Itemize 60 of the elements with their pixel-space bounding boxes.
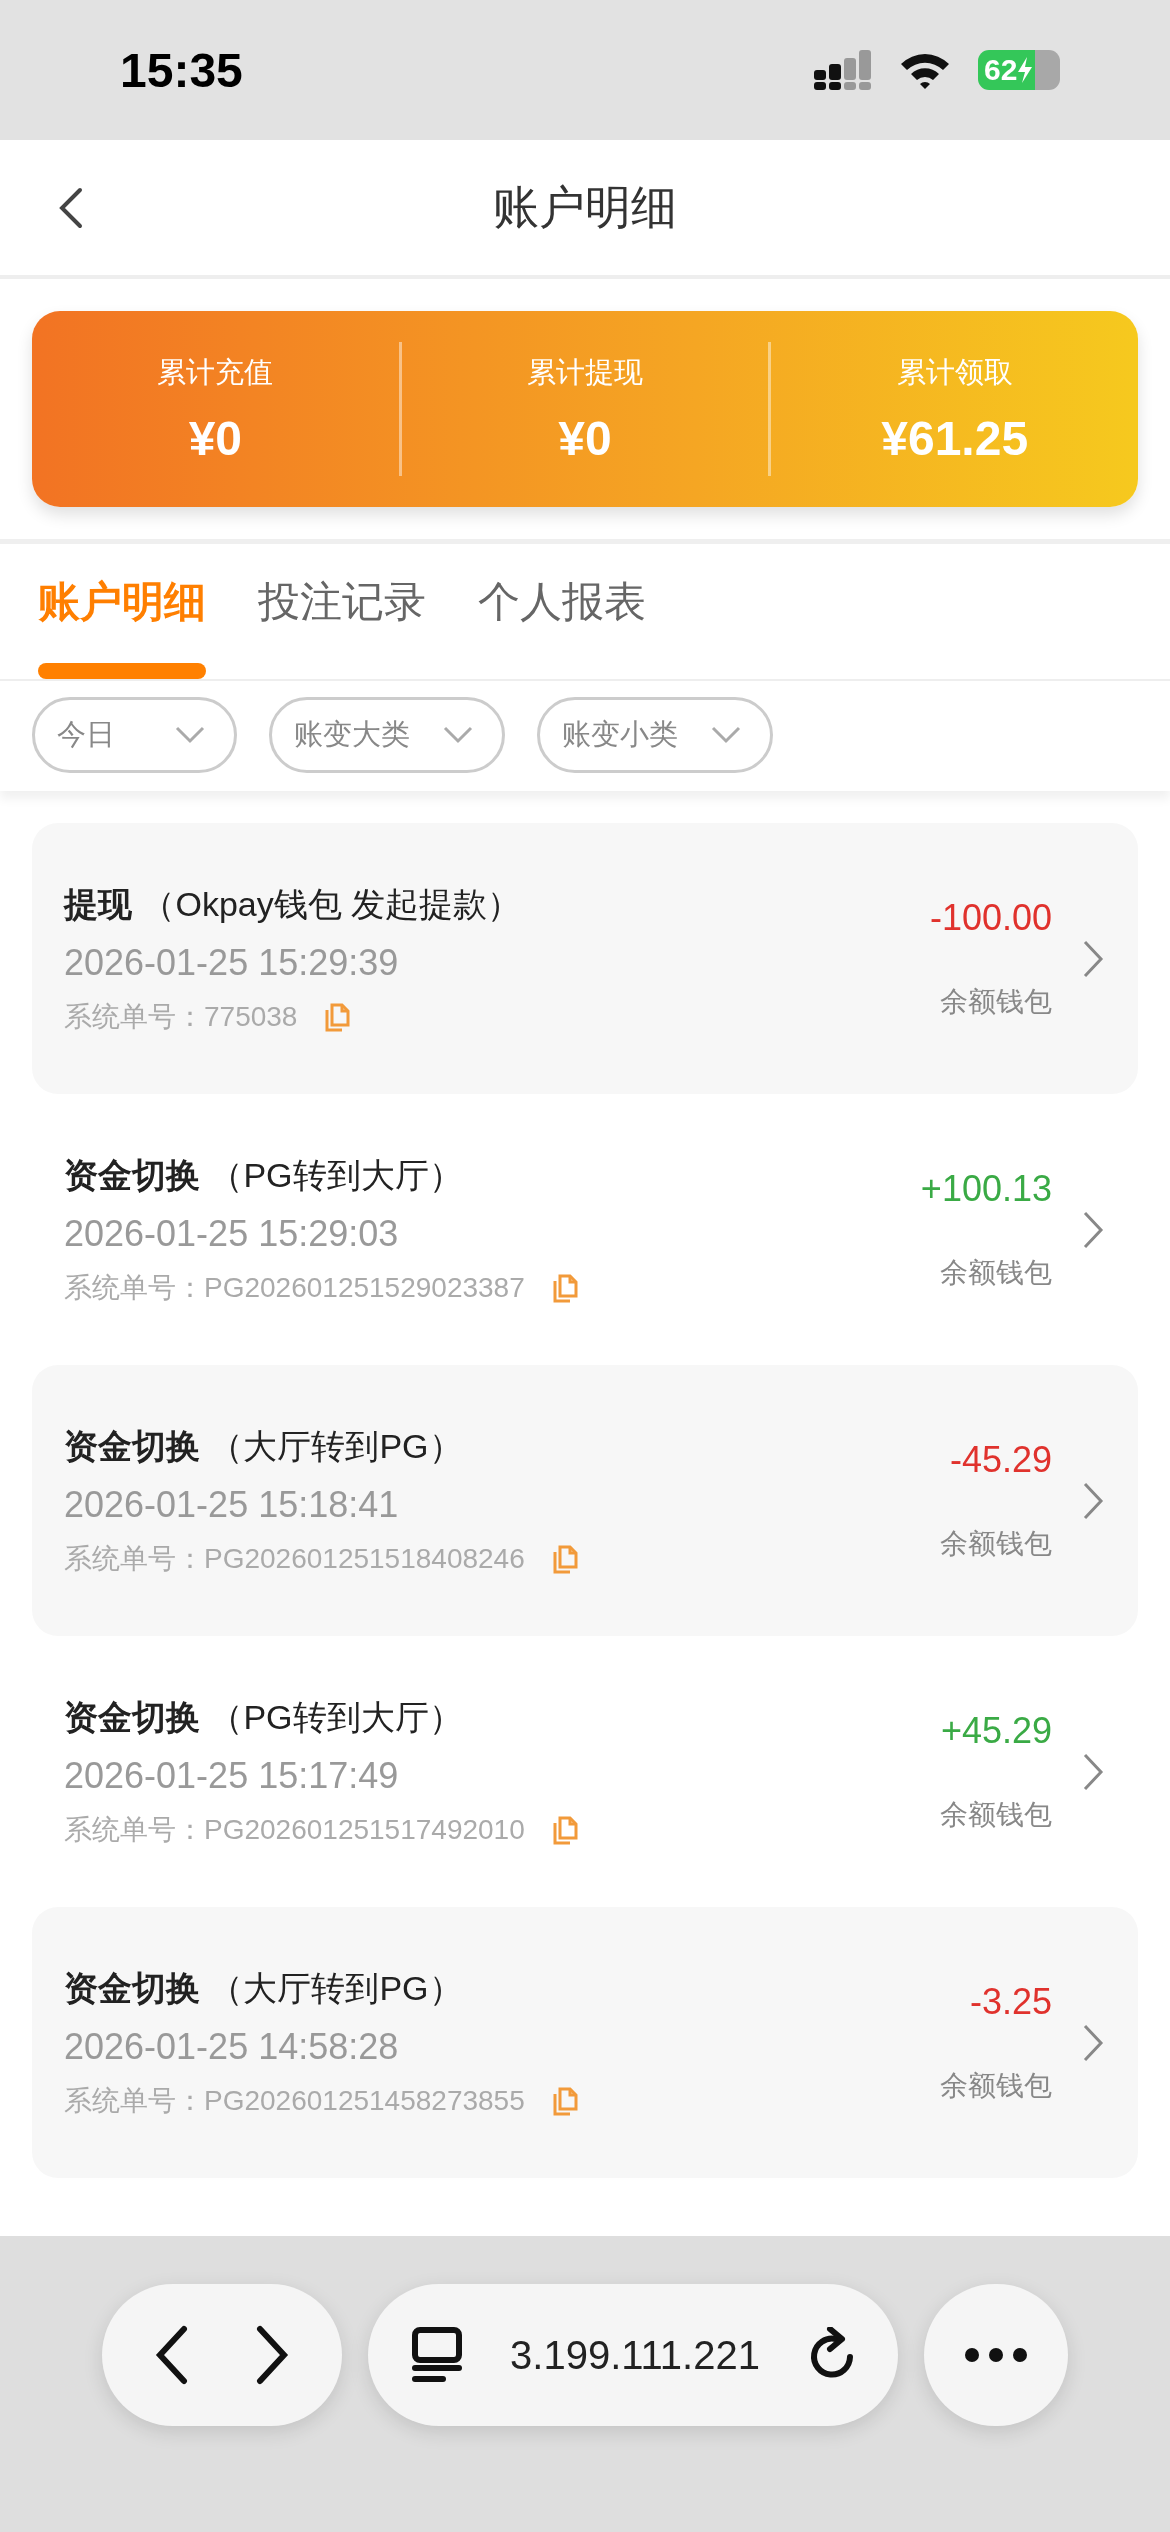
page-title: 账户明细: [493, 179, 677, 235]
summary-value: ¥0: [558, 410, 612, 466]
battery-level: 62: [978, 50, 1060, 90]
more-icon: [965, 2348, 1027, 2362]
chevron-down-icon: [174, 725, 206, 745]
record-title: 资金切换 （PG转到大厅）: [64, 1696, 464, 1738]
chevron-down-icon: [710, 725, 742, 745]
signal-icon: [814, 50, 872, 90]
chevron-right-icon: [1082, 938, 1104, 979]
summary-label: 累计领取: [896, 354, 1013, 390]
tab[interactable]: 个人报表: [478, 544, 646, 679]
record-title: 提现 （Okpay钱包 发起提款）: [64, 883, 523, 925]
wallet-name: 余额钱包: [940, 1255, 1052, 1290]
clock-time: 15:35: [120, 42, 243, 98]
record-title: 资金切换 （PG转到大厅）: [64, 1154, 464, 1196]
summary-value: ¥0: [188, 410, 243, 466]
record-time: 2026-01-25 14:58:28: [64, 2025, 400, 2068]
record-time: 2026-01-25 15:29:39: [64, 941, 400, 984]
record-card[interactable]: 资金切换 （大厅转到PG） 2026-01-25 15:18:41 系统单号：PG202601251518408246 -45.29 余额钱包: [32, 1365, 1138, 1636]
back-button[interactable]: [154, 2325, 190, 2385]
summary-value: ¥61.25: [881, 410, 1029, 466]
record-title: 资金切换 （大厅转到PG）: [64, 1967, 464, 2009]
tab[interactable]: 投注记录: [258, 544, 426, 679]
wallet-name: 余额钱包: [940, 1526, 1052, 1561]
record-card[interactable]: 资金切换 （大厅转到PG） 2026-01-25 14:58:28 系统单号：PG202601251458273855 -3.25 余额钱包: [32, 1907, 1138, 2178]
amount: -100.00: [929, 896, 1052, 939]
wallet-name: 余额钱包: [940, 2068, 1052, 2103]
amount: -3.25: [969, 1980, 1052, 2023]
chevron-right-icon: [1082, 1751, 1104, 1792]
summary-label: 累计提现: [527, 354, 643, 390]
order-number: 系统单号：PG202601251517492010: [64, 1812, 525, 1847]
filter-dropdown[interactable]: 账变大类: [269, 697, 505, 773]
amount: +45.29: [940, 1709, 1052, 1752]
order-number: 系统单号：PG202601251458273855: [64, 2083, 525, 2118]
chevron-right-icon: [1082, 1209, 1104, 1250]
back-icon: [154, 2325, 190, 2385]
record-card[interactable]: 提现 （Okpay钱包 发起提款） 2026-01-25 15:29:39 系统单号：775038 -100.00 余额钱包: [32, 823, 1138, 1094]
filter-dropdown[interactable]: 账变小类: [537, 697, 773, 773]
filter-dropdown[interactable]: 今日: [32, 697, 237, 773]
forward-icon: [254, 2325, 290, 2385]
address-text: 3.199.111.221: [510, 2332, 760, 2378]
address-bar[interactable]: 3.199.111.221: [368, 2284, 898, 2426]
wallet-name: 余额钱包: [940, 984, 1052, 1019]
tabs-icon[interactable]: [412, 2327, 462, 2383]
order-number: 系统单号：775038: [64, 999, 298, 1034]
record-title: 资金切换 （大厅转到PG）: [64, 1425, 464, 1467]
chevron-right-icon: [1082, 1480, 1104, 1521]
amount: +100.13: [920, 1167, 1052, 1210]
summary-label: 累计充值: [157, 354, 274, 390]
chevron-right-icon: [1082, 2022, 1104, 2063]
charging-icon: [1017, 57, 1034, 83]
chevron-down-icon: [442, 725, 474, 745]
amount: -45.29: [949, 1438, 1052, 1481]
wallet-name: 余额钱包: [940, 1797, 1052, 1832]
order-number: 系统单号：PG202601251518408246: [64, 1541, 525, 1576]
forward-button[interactable]: [254, 2325, 290, 2385]
record-time: 2026-01-25 15:18:41: [64, 1483, 400, 1526]
record-time: 2026-01-25 15:17:49: [64, 1754, 400, 1797]
order-number: 系统单号：PG202601251529023387: [64, 1270, 525, 1305]
record-time: 2026-01-25 15:29:03: [64, 1212, 400, 1255]
